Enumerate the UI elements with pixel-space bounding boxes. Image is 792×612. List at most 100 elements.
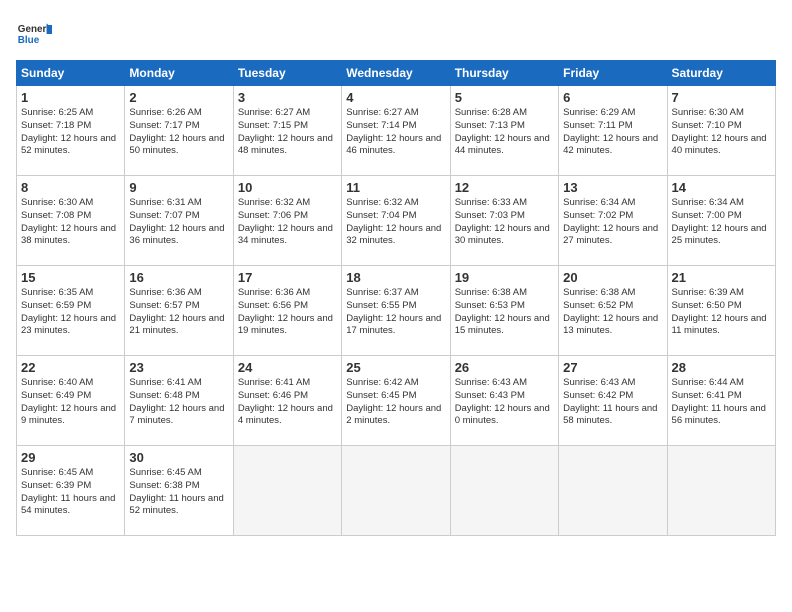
day-number: 6 [563, 90, 662, 105]
day-number: 23 [129, 360, 228, 375]
cell-info: Sunrise: 6:38 AMSunset: 6:53 PMDaylight:… [455, 287, 554, 338]
calendar-cell: 29 Sunrise: 6:45 AMSunset: 6:39 PMDayligh… [17, 446, 125, 536]
day-number: 17 [238, 270, 337, 285]
day-number: 1 [21, 90, 120, 105]
calendar-cell: 22 Sunrise: 6:40 AMSunset: 6:49 PMDayligh… [17, 356, 125, 446]
calendar-cell: 24 Sunrise: 6:41 AMSunset: 6:46 PMDayligh… [233, 356, 341, 446]
cell-info: Sunrise: 6:27 AMSunset: 7:15 PMDaylight:… [238, 107, 337, 158]
weekday-header: Thursday [450, 61, 558, 86]
cell-info: Sunrise: 6:45 AMSunset: 6:39 PMDaylight:… [21, 467, 120, 518]
day-number: 29 [21, 450, 120, 465]
cell-info: Sunrise: 6:43 AMSunset: 6:43 PMDaylight:… [455, 377, 554, 428]
cell-info: Sunrise: 6:36 AMSunset: 6:57 PMDaylight:… [129, 287, 228, 338]
day-number: 14 [672, 180, 771, 195]
day-number: 24 [238, 360, 337, 375]
calendar-cell: 10 Sunrise: 6:32 AMSunset: 7:06 PMDayligh… [233, 176, 341, 266]
day-number: 21 [672, 270, 771, 285]
calendar-cell [342, 446, 450, 536]
calendar-cell: 13 Sunrise: 6:34 AMSunset: 7:02 PMDayligh… [559, 176, 667, 266]
day-number: 7 [672, 90, 771, 105]
day-number: 30 [129, 450, 228, 465]
calendar-cell [233, 446, 341, 536]
cell-info: Sunrise: 6:39 AMSunset: 6:50 PMDaylight:… [672, 287, 771, 338]
calendar-cell [450, 446, 558, 536]
calendar-cell: 11 Sunrise: 6:32 AMSunset: 7:04 PMDayligh… [342, 176, 450, 266]
calendar-cell: 5 Sunrise: 6:28 AMSunset: 7:13 PMDaylight… [450, 86, 558, 176]
calendar-cell: 6 Sunrise: 6:29 AMSunset: 7:11 PMDaylight… [559, 86, 667, 176]
cell-info: Sunrise: 6:44 AMSunset: 6:41 PMDaylight:… [672, 377, 771, 428]
cell-info: Sunrise: 6:33 AMSunset: 7:03 PMDaylight:… [455, 197, 554, 248]
cell-info: Sunrise: 6:27 AMSunset: 7:14 PMDaylight:… [346, 107, 445, 158]
cell-info: Sunrise: 6:40 AMSunset: 6:49 PMDaylight:… [21, 377, 120, 428]
weekday-header: Friday [559, 61, 667, 86]
day-number: 15 [21, 270, 120, 285]
cell-info: Sunrise: 6:29 AMSunset: 7:11 PMDaylight:… [563, 107, 662, 158]
cell-info: Sunrise: 6:43 AMSunset: 6:42 PMDaylight:… [563, 377, 662, 428]
cell-info: Sunrise: 6:32 AMSunset: 7:06 PMDaylight:… [238, 197, 337, 248]
day-number: 22 [21, 360, 120, 375]
calendar-cell: 20 Sunrise: 6:38 AMSunset: 6:52 PMDayligh… [559, 266, 667, 356]
weekday-header: Sunday [17, 61, 125, 86]
calendar-cell: 7 Sunrise: 6:30 AMSunset: 7:10 PMDaylight… [667, 86, 775, 176]
calendar-cell: 30 Sunrise: 6:45 AMSunset: 6:38 PMDayligh… [125, 446, 233, 536]
cell-info: Sunrise: 6:34 AMSunset: 7:02 PMDaylight:… [563, 197, 662, 248]
day-number: 5 [455, 90, 554, 105]
calendar-cell: 16 Sunrise: 6:36 AMSunset: 6:57 PMDayligh… [125, 266, 233, 356]
calendar-cell: 12 Sunrise: 6:33 AMSunset: 7:03 PMDayligh… [450, 176, 558, 266]
logo-icon: General Blue [16, 16, 52, 52]
day-number: 3 [238, 90, 337, 105]
cell-info: Sunrise: 6:41 AMSunset: 6:48 PMDaylight:… [129, 377, 228, 428]
calendar-cell: 4 Sunrise: 6:27 AMSunset: 7:14 PMDaylight… [342, 86, 450, 176]
day-number: 28 [672, 360, 771, 375]
cell-info: Sunrise: 6:31 AMSunset: 7:07 PMDaylight:… [129, 197, 228, 248]
day-number: 27 [563, 360, 662, 375]
logo: General Blue [16, 16, 56, 52]
calendar-cell: 15 Sunrise: 6:35 AMSunset: 6:59 PMDayligh… [17, 266, 125, 356]
cell-info: Sunrise: 6:30 AMSunset: 7:10 PMDaylight:… [672, 107, 771, 158]
day-number: 20 [563, 270, 662, 285]
cell-info: Sunrise: 6:45 AMSunset: 6:38 PMDaylight:… [129, 467, 228, 518]
calendar-cell: 8Sunrise: 6:30 AMSunset: 7:08 PMDaylight… [17, 176, 125, 266]
day-number: 26 [455, 360, 554, 375]
weekday-header: Monday [125, 61, 233, 86]
calendar-cell: 19 Sunrise: 6:38 AMSunset: 6:53 PMDayligh… [450, 266, 558, 356]
weekday-header: Wednesday [342, 61, 450, 86]
calendar-cell: 3 Sunrise: 6:27 AMSunset: 7:15 PMDaylight… [233, 86, 341, 176]
day-number: 11 [346, 180, 445, 195]
cell-info: Sunrise: 6:42 AMSunset: 6:45 PMDaylight:… [346, 377, 445, 428]
calendar-cell: 25 Sunrise: 6:42 AMSunset: 6:45 PMDayligh… [342, 356, 450, 446]
calendar-cell: 28 Sunrise: 6:44 AMSunset: 6:41 PMDayligh… [667, 356, 775, 446]
day-number: 16 [129, 270, 228, 285]
day-number: 25 [346, 360, 445, 375]
calendar-cell [559, 446, 667, 536]
weekday-header: Tuesday [233, 61, 341, 86]
calendar-cell: 9 Sunrise: 6:31 AMSunset: 7:07 PMDaylight… [125, 176, 233, 266]
day-number: 19 [455, 270, 554, 285]
day-number: 4 [346, 90, 445, 105]
calendar-cell: 2Sunrise: 6:26 AMSunset: 7:17 PMDaylight… [125, 86, 233, 176]
calendar-cell [667, 446, 775, 536]
cell-info: Sunrise: 6:32 AMSunset: 7:04 PMDaylight:… [346, 197, 445, 248]
weekday-header: Saturday [667, 61, 775, 86]
day-number: 9 [129, 180, 228, 195]
page-header: General Blue [16, 16, 776, 52]
day-number: 12 [455, 180, 554, 195]
day-number: 10 [238, 180, 337, 195]
cell-info: Sunrise: 6:30 AMSunset: 7:08 PMDaylight:… [21, 197, 120, 248]
cell-info: Sunrise: 6:26 AMSunset: 7:17 PMDaylight:… [129, 107, 228, 158]
svg-text:Blue: Blue [18, 35, 40, 46]
day-number: 18 [346, 270, 445, 285]
cell-info: Sunrise: 6:25 AMSunset: 7:18 PMDaylight:… [21, 107, 120, 158]
calendar-cell: 14 Sunrise: 6:34 AMSunset: 7:00 PMDayligh… [667, 176, 775, 266]
cell-info: Sunrise: 6:28 AMSunset: 7:13 PMDaylight:… [455, 107, 554, 158]
cell-info: Sunrise: 6:35 AMSunset: 6:59 PMDaylight:… [21, 287, 120, 338]
cell-info: Sunrise: 6:34 AMSunset: 7:00 PMDaylight:… [672, 197, 771, 248]
day-number: 13 [563, 180, 662, 195]
cell-info: Sunrise: 6:37 AMSunset: 6:55 PMDaylight:… [346, 287, 445, 338]
calendar-cell: 26 Sunrise: 6:43 AMSunset: 6:43 PMDayligh… [450, 356, 558, 446]
cell-info: Sunrise: 6:38 AMSunset: 6:52 PMDaylight:… [563, 287, 662, 338]
calendar-cell: 18 Sunrise: 6:37 AMSunset: 6:55 PMDayligh… [342, 266, 450, 356]
calendar-cell: 27 Sunrise: 6:43 AMSunset: 6:42 PMDayligh… [559, 356, 667, 446]
cell-info: Sunrise: 6:41 AMSunset: 6:46 PMDaylight:… [238, 377, 337, 428]
calendar-cell: 21 Sunrise: 6:39 AMSunset: 6:50 PMDayligh… [667, 266, 775, 356]
